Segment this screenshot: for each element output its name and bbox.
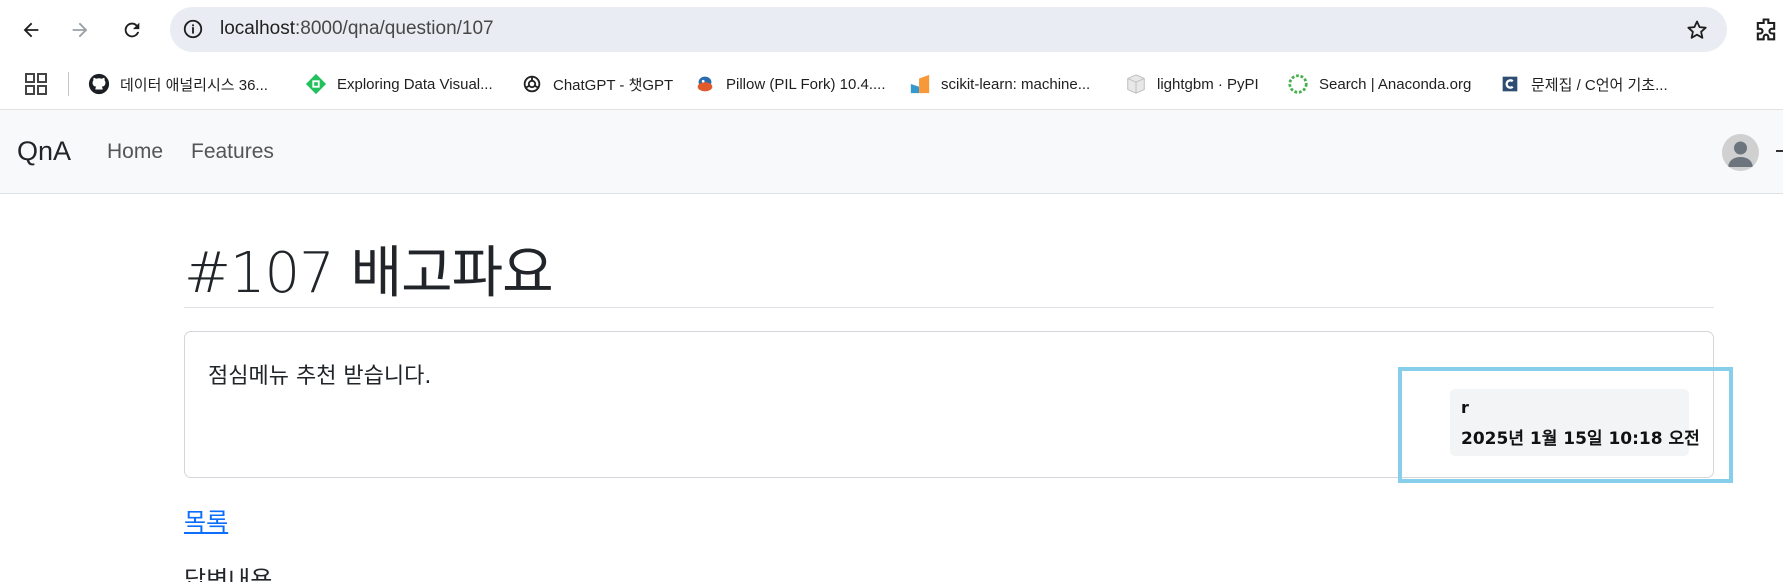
bookmark-label: scikit-learn: machine...	[941, 75, 1091, 93]
bookmark-item[interactable]: 데이터 애널리시스 36...	[88, 71, 268, 97]
forward-arrow-icon	[72, 22, 88, 38]
pillow-icon	[697, 76, 713, 92]
sklearn-icon	[910, 74, 930, 94]
navbar-brand[interactable]: QnA	[17, 136, 71, 167]
answers-heading: 답변내용	[184, 566, 273, 582]
bookmark-item[interactable]: scikit-learn: machine...	[909, 71, 1090, 97]
reload-button[interactable]	[116, 14, 148, 46]
url-path: :8000/qna/question/107	[295, 18, 494, 39]
title-divider	[184, 307, 1714, 308]
bookmark-label: ChatGPT - 챗GPT	[553, 76, 674, 94]
app-navbar: QnA Home Features	[0, 110, 1783, 194]
user-avatar-icon	[1728, 141, 1753, 167]
nav-link-home[interactable]: Home	[107, 140, 163, 164]
bookmark-label: Search | Anaconda.org	[1319, 75, 1472, 93]
bookmarks-separator	[68, 72, 69, 96]
bookmark-item[interactable]: ChatGPT - 챗GPT	[521, 71, 673, 97]
bookmark-item[interactable]: Pillow (PIL Fork) 10.4....	[694, 71, 886, 97]
bookmark-label: Pillow (PIL Fork) 10.4....	[726, 75, 886, 93]
extensions-icon[interactable]	[1752, 16, 1780, 44]
bookmark-label: 문제집 / C언어 기초...	[1531, 76, 1668, 94]
browser-toolbar: localhost:8000/qna/question/107	[0, 0, 1783, 60]
anaconda-icon	[1288, 74, 1308, 94]
question-title: #107 배고파요	[184, 241, 554, 306]
bookmark-star-icon[interactable]	[1685, 18, 1709, 42]
bookmark-label: Exploring Data Visual...	[337, 75, 493, 93]
question-author: r	[1461, 398, 1469, 417]
list-link[interactable]: 목록	[184, 502, 228, 537]
github-icon	[88, 73, 110, 95]
bookmark-item[interactable]: Search | Anaconda.org	[1287, 71, 1471, 97]
diamond-icon	[305, 73, 327, 95]
question-content: 점심메뉴 추천 받습니다.	[208, 364, 432, 389]
bookmark-label: 데이터 애널리시스 36...	[120, 76, 268, 94]
bookmark-label: lightgbm · PyPI	[1157, 75, 1259, 93]
bookmarks-bar: 데이터 애널리시스 36... Exploring Data Visual...…	[0, 60, 1783, 110]
openai-icon	[523, 75, 541, 93]
question-meta-badge: r 2025년 1월 15일 10:18 오전	[1450, 389, 1700, 456]
codeup-icon	[1502, 76, 1518, 92]
question-card: 점심메뉴 추천 받습니다. r 2025년 1월 15일 10:18 오전	[184, 331, 1714, 478]
back-arrow-icon	[23, 22, 39, 38]
site-info-icon[interactable]	[182, 18, 204, 40]
bookmark-item[interactable]: 문제집 / C언어 기초...	[1499, 71, 1668, 97]
address-bar[interactable]: localhost:8000/qna/question/107	[170, 7, 1727, 52]
bookmark-item[interactable]: Exploring Data Visual...	[305, 71, 493, 97]
bookmark-item[interactable]: lightgbm · PyPI	[1125, 71, 1259, 97]
url-host: localhost	[220, 18, 295, 39]
dropdown-caret-icon[interactable]	[1776, 150, 1783, 152]
url-text[interactable]: localhost:8000/qna/question/107	[220, 18, 494, 40]
forward-button[interactable]	[64, 14, 96, 46]
nav-link-features[interactable]: Features	[191, 140, 274, 164]
pypi-icon	[1127, 74, 1145, 94]
apps-grid-icon[interactable]	[24, 72, 48, 96]
user-avatar[interactable]	[1722, 134, 1759, 171]
reload-icon	[124, 22, 140, 38]
back-button[interactable]	[15, 14, 47, 46]
question-created-date: 2025년 1월 15일 10:18 오전	[1461, 429, 1700, 449]
